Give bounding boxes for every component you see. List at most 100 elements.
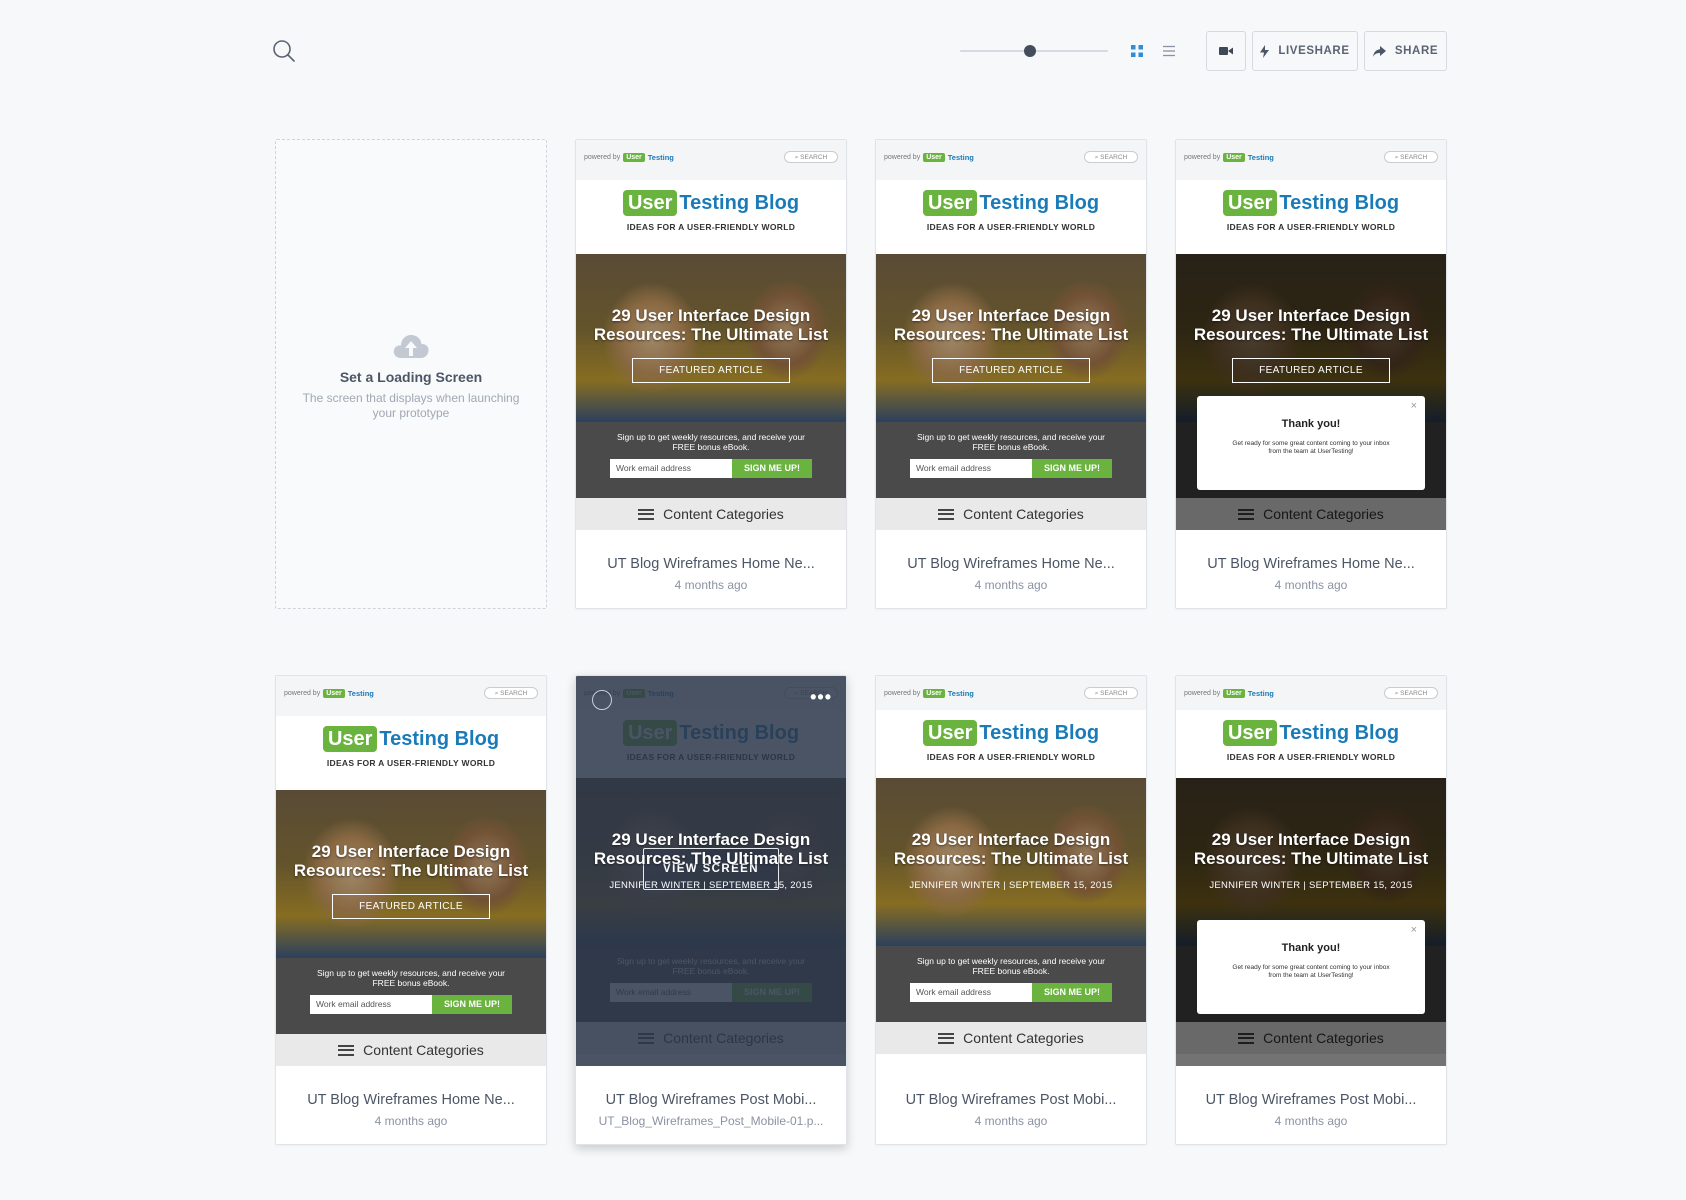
mock-content-categories: Content Categories bbox=[876, 498, 1146, 530]
screen-name: UT Blog Wireframes Post Mobi... bbox=[1205, 1092, 1417, 1108]
loading-screen-placeholder[interactable]: Set a Loading Screen The screen that dis… bbox=[275, 139, 547, 609]
mock-hero-title: 29 User Interface Design Resources: The … bbox=[1193, 830, 1429, 868]
mock-topbar: powered by UserTesting ⌕ SEARCH bbox=[276, 676, 546, 716]
mock-search-field: ⌕ SEARCH bbox=[1084, 151, 1138, 163]
card-caption: UT Blog Wireframes Post Mobi... 4 months… bbox=[1176, 1066, 1446, 1144]
mock-ut-badge: User bbox=[1223, 153, 1245, 162]
grid-view-icon bbox=[1131, 45, 1143, 57]
mock-logo-user: User bbox=[922, 720, 978, 746]
mock-blog-logo: User Testing Blog IDEAS FOR A USER-FRIEN… bbox=[876, 180, 1146, 254]
mock-powered-by: powered by UserTesting bbox=[584, 153, 674, 162]
mock-ut-badge: User bbox=[1223, 689, 1245, 698]
record-video-button[interactable] bbox=[1206, 31, 1246, 71]
share-button[interactable]: SHARE bbox=[1364, 31, 1447, 71]
more-options-icon[interactable]: ••• bbox=[810, 688, 832, 706]
mock-featured-article: FEATURED ARTICLE bbox=[1232, 358, 1390, 383]
screen-card[interactable]: powered by UserTesting ⌕ SEARCH User Tes… bbox=[875, 675, 1147, 1145]
search-button[interactable] bbox=[271, 38, 299, 66]
screen-card[interactable]: powered by UserTesting ⌕ SEARCH User Tes… bbox=[1175, 675, 1447, 1145]
list-view-icon bbox=[1163, 45, 1175, 57]
hamburger-menu-icon bbox=[638, 508, 655, 520]
close-icon: × bbox=[1410, 924, 1417, 936]
mock-tagline: IDEAS FOR A USER-FRIENDLY WORLD bbox=[1226, 222, 1396, 232]
hamburger-menu-icon bbox=[938, 508, 955, 520]
mock-search-field: ⌕ SEARCH bbox=[784, 151, 838, 163]
mock-byline: JENNIFER WINTER | SEPTEMBER 15, 2015 bbox=[909, 880, 1113, 891]
mock-search-field: ⌕ SEARCH bbox=[1384, 151, 1438, 163]
mock-hero-image: 29 User Interface Design Resources: The … bbox=[876, 254, 1146, 422]
mock-powered-text: powered by bbox=[1184, 690, 1221, 697]
mock-featured-article: FEATURED ARTICLE bbox=[932, 358, 1090, 383]
card-hover-overlay: ••• VIEW SCREEN bbox=[576, 676, 846, 1066]
mock-search-field: ⌕ SEARCH bbox=[1384, 687, 1438, 699]
mock-tagline: IDEAS FOR A USER-FRIENDLY WORLD bbox=[626, 222, 796, 232]
mock-hero-title: 29 User Interface Design Resources: The … bbox=[593, 830, 829, 868]
screen-meta: 4 months ago bbox=[674, 578, 748, 592]
mock-categories-label: Content Categories bbox=[963, 506, 1084, 522]
grid-view-button[interactable] bbox=[1126, 40, 1148, 62]
mock-modal-title: Thank you! bbox=[1281, 418, 1341, 430]
liveshare-button[interactable]: LIVESHARE bbox=[1252, 31, 1358, 71]
mock-topbar: powered by UserTesting ⌕ SEARCH bbox=[1176, 140, 1446, 180]
mock-powered-by: powered by UserTesting bbox=[284, 689, 374, 698]
mock-powered-text: powered by bbox=[284, 690, 321, 697]
zoom-slider-handle[interactable] bbox=[1023, 45, 1036, 57]
card-caption: UT Blog Wireframes Post Mobi... UT_Blog_… bbox=[576, 1066, 846, 1144]
screen-meta: 4 months ago bbox=[1274, 1114, 1348, 1128]
screen-name: UT Blog Wireframes Home Ne... bbox=[607, 556, 815, 572]
screen-thumbnail: powered by UserTesting ⌕ SEARCH User Tes… bbox=[276, 676, 546, 1066]
loading-screen-title: Set a Loading Screen bbox=[339, 369, 483, 385]
mock-tagline: IDEAS FOR A USER-FRIENDLY WORLD bbox=[1226, 752, 1396, 762]
loading-screen-description: The screen that displays when launching … bbox=[302, 391, 520, 420]
mock-ut-badge-testing: Testing bbox=[947, 153, 974, 162]
liveshare-label: LIVESHARE bbox=[1278, 45, 1350, 57]
mock-logo-user: User bbox=[322, 726, 378, 752]
mock-powered-text: powered by bbox=[584, 154, 621, 161]
mock-logo-rest: Testing Blog bbox=[979, 192, 1100, 214]
screen-card[interactable]: powered by UserTesting ⌕ SEARCH User Tes… bbox=[275, 675, 547, 1145]
mock-thank-you-modal: × Thank you! Get ready for some great co… bbox=[1197, 920, 1425, 1014]
cloud-upload-icon bbox=[393, 335, 429, 358]
screen-card[interactable]: powered by UserTesting ⌕ SEARCH User Tes… bbox=[875, 139, 1147, 609]
mock-signup-banner: Sign up to get weekly resources, and rec… bbox=[276, 958, 546, 1034]
mock-byline: JENNIFER WINTER | SEPTEMBER 15, 2015 bbox=[609, 880, 813, 891]
screen-card[interactable]: powered by UserTesting ⌕ SEARCH User Tes… bbox=[575, 139, 847, 609]
screen-name: UT Blog Wireframes Home Ne... bbox=[307, 1092, 515, 1108]
select-checkbox[interactable] bbox=[592, 690, 612, 710]
mock-signup-text: Sign up to get weekly resources, and rec… bbox=[916, 956, 1106, 976]
mock-featured-article: FEATURED ARTICLE bbox=[632, 358, 790, 383]
mock-modal-text: Get ready for some great content coming … bbox=[1232, 440, 1390, 455]
mock-tagline: IDEAS FOR A USER-FRIENDLY WORLD bbox=[926, 222, 1096, 232]
hamburger-menu-icon bbox=[938, 1032, 955, 1044]
mock-content-categories: Content Categories bbox=[876, 1022, 1146, 1054]
lightning-icon bbox=[1260, 44, 1270, 58]
mock-logo-user: User bbox=[622, 190, 678, 216]
share-arrow-icon bbox=[1372, 45, 1386, 57]
mock-email-field: Work email address bbox=[310, 995, 432, 1014]
search-icon bbox=[273, 40, 295, 62]
mock-logo-rest: Testing Blog bbox=[979, 722, 1100, 744]
screen-card[interactable]: powered by UserTesting ⌕ SEARCH User Tes… bbox=[1175, 139, 1447, 609]
mock-hero-image: 29 User Interface Design Resources: The … bbox=[876, 778, 1146, 946]
mock-powered-by: powered by UserTesting bbox=[884, 689, 974, 698]
mock-search-field: ⌕ SEARCH bbox=[1084, 687, 1138, 699]
mock-byline: JENNIFER WINTER | SEPTEMBER 15, 2015 bbox=[1209, 880, 1413, 891]
screen-name: UT Blog Wireframes Post Mobi... bbox=[905, 1092, 1117, 1108]
mock-hero-title: 29 User Interface Design Resources: The … bbox=[893, 830, 1129, 868]
close-icon: × bbox=[1410, 400, 1417, 412]
mock-signup-button: SIGN ME UP! bbox=[732, 459, 812, 478]
card-caption: UT Blog Wireframes Home Ne... 4 months a… bbox=[576, 530, 846, 608]
mock-powered-text: powered by bbox=[884, 154, 921, 161]
mock-signup-button: SIGN ME UP! bbox=[1032, 459, 1112, 478]
mock-blog-logo: User Testing Blog IDEAS FOR A USER-FRIEN… bbox=[276, 716, 546, 790]
list-view-button[interactable] bbox=[1158, 40, 1180, 62]
screen-meta: 4 months ago bbox=[1274, 578, 1348, 592]
mock-content-categories: Content Categories bbox=[276, 1034, 546, 1066]
screen-card[interactable]: powered by UserTesting ⌕ SEARCH User Tes… bbox=[575, 675, 847, 1145]
mock-blog-logo: User Testing Blog IDEAS FOR A USER-FRIEN… bbox=[1176, 710, 1446, 778]
zoom-slider[interactable] bbox=[960, 40, 1108, 62]
mock-signup-text: Sign up to get weekly resources, and rec… bbox=[316, 968, 506, 988]
screen-meta: UT_Blog_Wireframes_Post_Mobile-01.p... bbox=[598, 1114, 824, 1128]
hamburger-menu-icon bbox=[338, 1044, 355, 1056]
mock-search-field: ⌕ SEARCH bbox=[484, 687, 538, 699]
